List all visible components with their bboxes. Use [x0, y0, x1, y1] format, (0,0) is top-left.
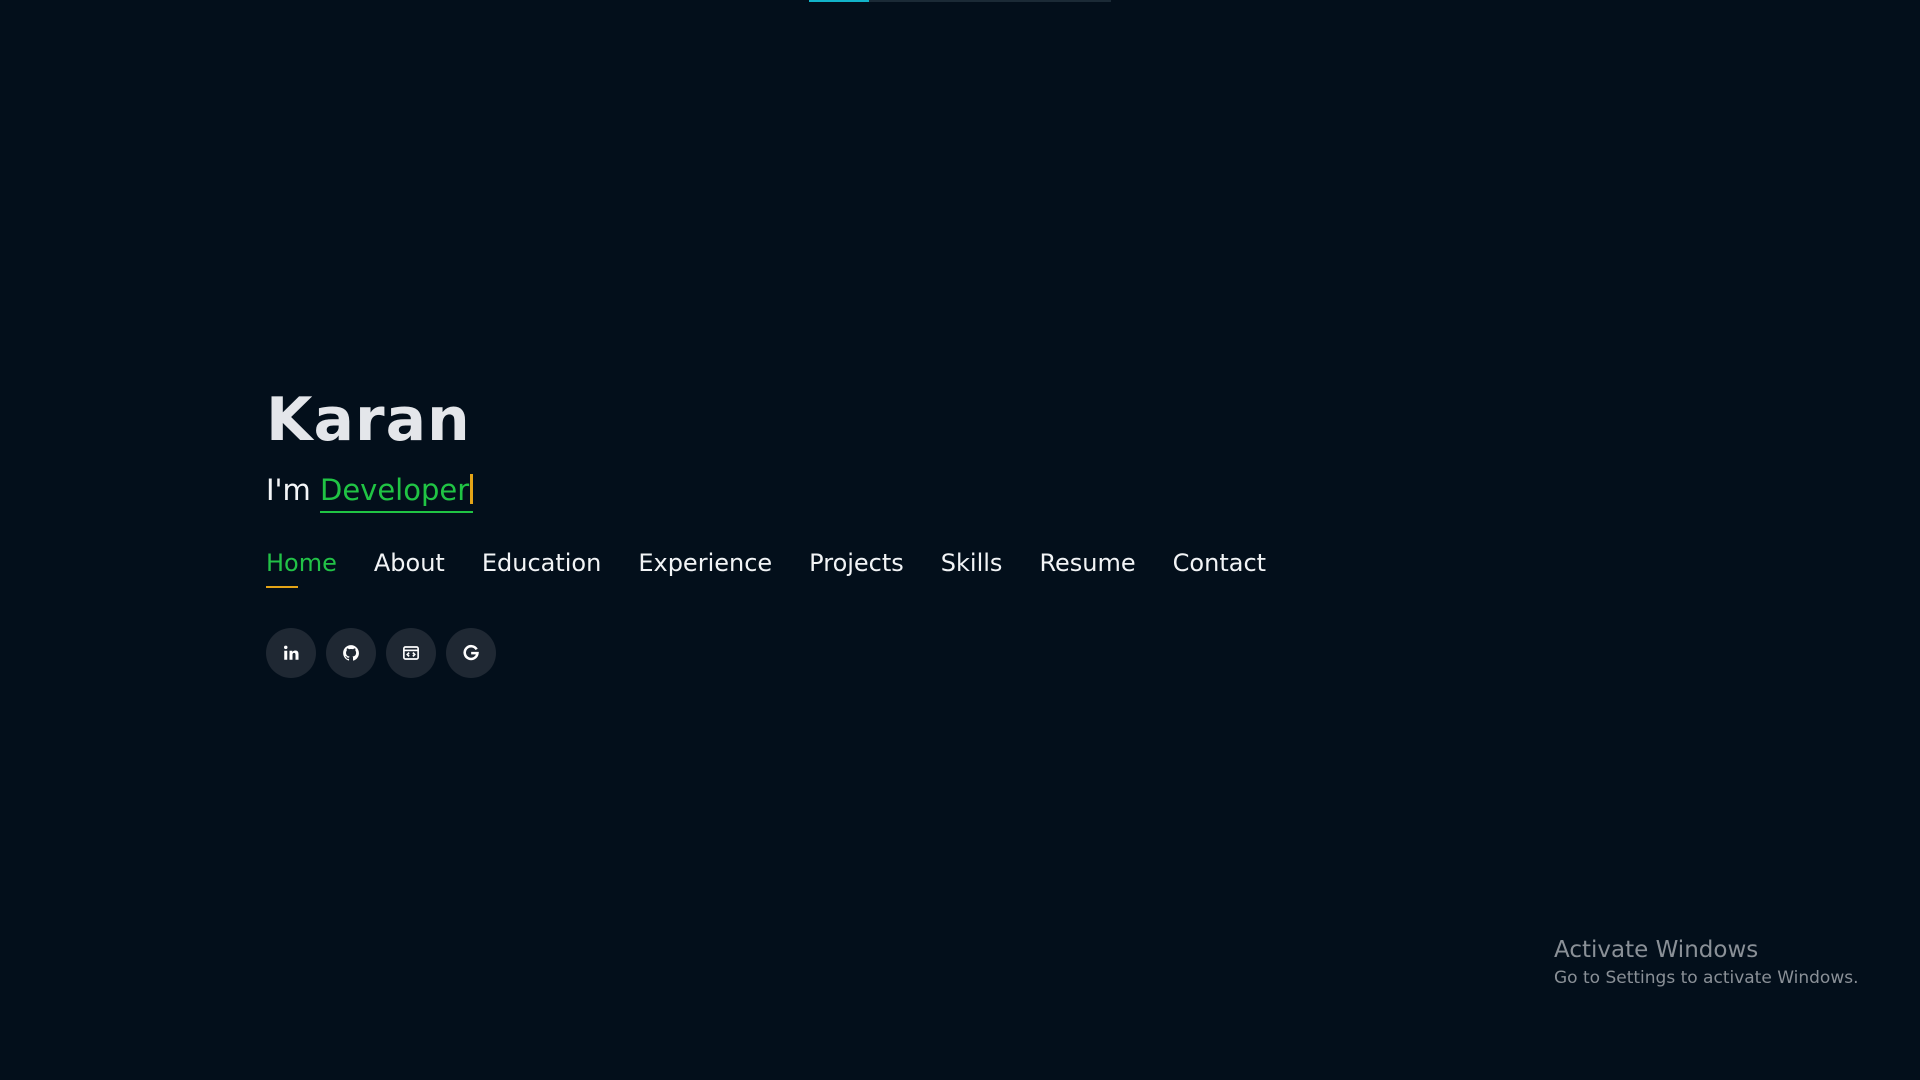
hero-name: Karan — [266, 385, 471, 455]
linkedin-icon — [282, 644, 300, 662]
nav-item-contact[interactable]: Contact — [1173, 546, 1266, 588]
github-button[interactable] — [326, 628, 376, 678]
nav-item-education[interactable]: Education — [482, 546, 601, 588]
code-window-icon — [402, 644, 420, 662]
nav-item-home[interactable]: Home — [266, 546, 337, 588]
watermark-title: Activate Windows — [1554, 937, 1759, 963]
scroll-progress-bar — [809, 0, 1111, 2]
nav-item-projects[interactable]: Projects — [809, 546, 904, 588]
typed-role: Developer — [320, 473, 474, 513]
watermark-subtitle: Go to Settings to activate Windows. — [1554, 968, 1859, 988]
hero-section: Karan I'm Developer Home About Education… — [266, 378, 1266, 678]
code-window-button[interactable] — [386, 628, 436, 678]
typing-cursor — [470, 474, 474, 504]
main-nav: Home About Education Experience Projects… — [266, 546, 1266, 588]
hero-tagline: I'm Developer — [266, 468, 1266, 513]
scroll-progress-fill — [809, 0, 870, 2]
social-links — [266, 628, 1266, 678]
nav-item-resume[interactable]: Resume — [1039, 546, 1135, 588]
typed-role-text: Developer — [320, 473, 470, 507]
nav-item-skills[interactable]: Skills — [941, 546, 1003, 588]
windows-activation-watermark: Activate Windows Go to Settings to activ… — [1554, 934, 1859, 990]
nav-item-about[interactable]: About — [374, 546, 445, 588]
linkedin-button[interactable] — [266, 628, 316, 678]
tagline-prefix: I'm — [266, 473, 320, 507]
google-button[interactable] — [446, 628, 496, 678]
google-icon — [462, 644, 480, 662]
nav-item-experience[interactable]: Experience — [638, 546, 772, 588]
github-icon — [342, 644, 360, 662]
portfolio-page: Karan I'm Developer Home About Education… — [0, 0, 1920, 1080]
